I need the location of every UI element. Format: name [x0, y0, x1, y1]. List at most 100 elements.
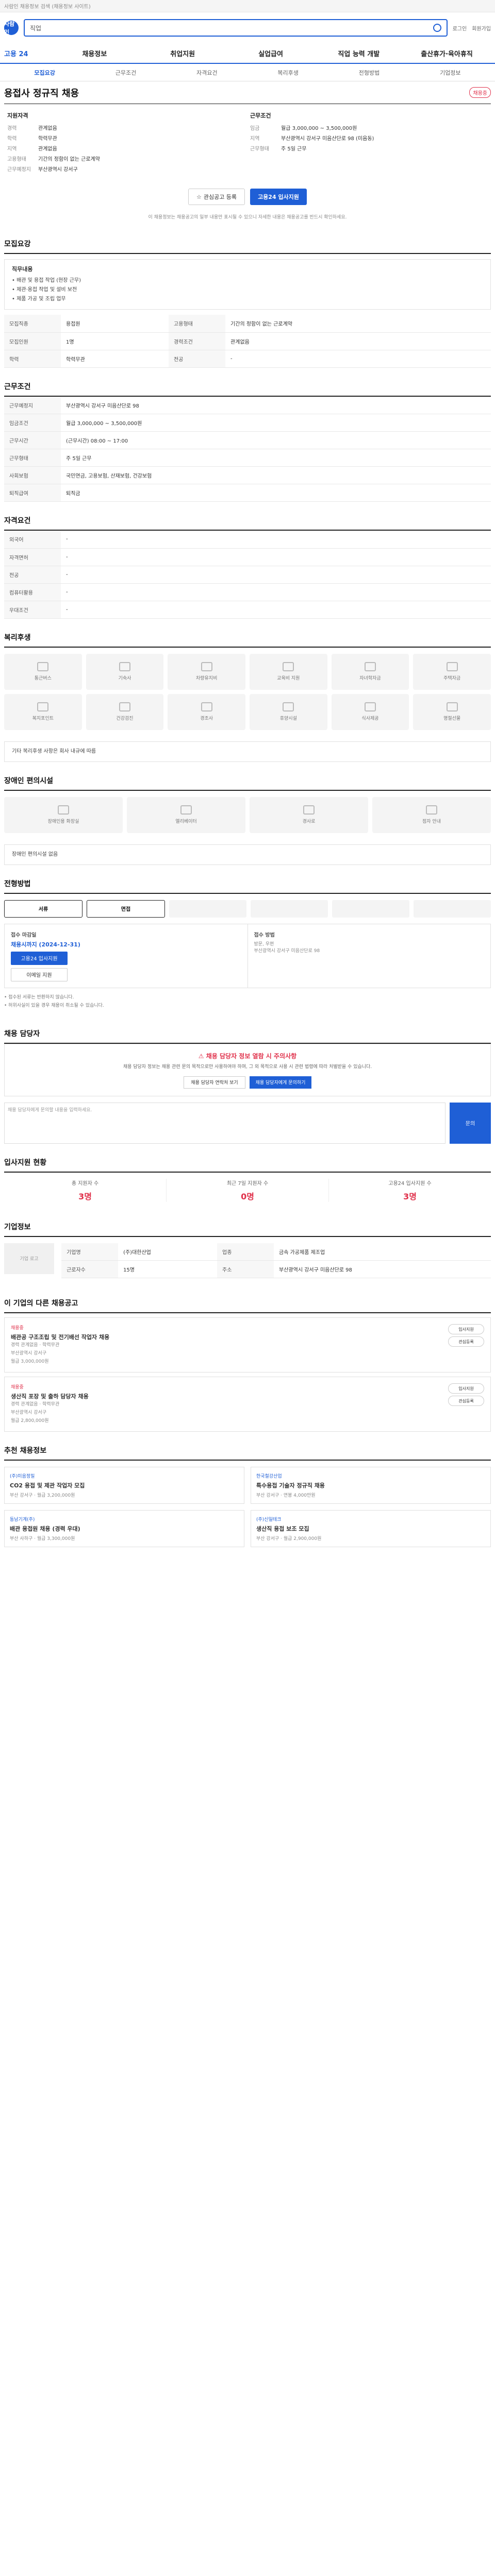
nav-item-leave[interactable]: 출산휴가·육아휴직: [403, 48, 491, 58]
job-title[interactable]: 생산직 용접 보조 모집: [256, 1524, 485, 1533]
logo[interactable]: 사람인: [4, 21, 19, 36]
foot-line: • 접수된 서류는 반환하지 않습니다.: [4, 994, 74, 1000]
car-icon: [201, 662, 212, 671]
job-scrap-button[interactable]: 관심등록: [448, 1336, 484, 1347]
table-row: 전공 -: [4, 566, 491, 584]
scrap-label: 관심공고 등록: [203, 194, 237, 200]
qa-warn-text: 채용 담당자 정보 열람 시 주의사항: [206, 1052, 297, 1060]
deadline-value: 채용시까지 (2024-12-31): [11, 941, 80, 948]
search-icon[interactable]: [433, 24, 441, 32]
summary-right: 근무조건 임금 월급 3,000,000 ~ 3,500,000원 지역 부산광역시…: [250, 111, 488, 175]
section-title: 모집요강: [4, 234, 491, 254]
summary-value: 부산광역시 강서구: [38, 167, 78, 173]
inquiry-button[interactable]: 채용 담당자에게 문의하기: [250, 1076, 311, 1089]
summary-key: 근무예정지: [7, 167, 31, 173]
job-meta: 부산광역시 강서구: [11, 1410, 47, 1415]
job-title[interactable]: 배관공 구조조립 및 전기배선 작업자 채용: [11, 1333, 109, 1341]
list-item[interactable]: 채용중 배관공 구조조립 및 전기배선 작업자 채용 경력 관계없음 · 학력무…: [4, 1317, 491, 1372]
job-title[interactable]: 특수용접 기술자 정규직 채용: [256, 1481, 485, 1489]
welfare-item: 건강검진: [86, 693, 164, 730]
section-welfare: 복리후생 통근버스 기숙사 차량유지비 교육비 지원 자녀학자금 주택자금 복지…: [4, 628, 491, 762]
topbar-text: 사람인 채용정보 검색 (채용정보 사이트): [4, 4, 91, 10]
table-value: 월급 3,000,000 ~ 3,500,000원: [61, 414, 491, 432]
welfare-label: 자녀학자금: [359, 676, 381, 681]
table-row: 근무예정지 부산광역시 강서구 미음산단로 98: [4, 396, 491, 414]
list-item[interactable]: 한국철강산업 특수용접 기술자 정규직 채용 부산 강서구 · 연봉 4,000만원: [251, 1467, 491, 1504]
process-step: [251, 900, 328, 918]
table-row: 컴퓨터활용 -: [4, 583, 491, 601]
welfare-label: 차량유지비: [195, 676, 218, 681]
table-key: 전공: [4, 566, 61, 584]
facility-label: 엘리베이터: [175, 819, 197, 824]
nav-item-jobs[interactable]: 채용정보: [51, 48, 139, 58]
summary-row: 근무예정지 부산광역시 강서구: [7, 165, 245, 175]
content: 용접사 정규직 채용 채용중 지원자격 경력 관계없음 학력 학력무관 지역 관계없음…: [0, 81, 495, 1558]
table-value: 용접원: [61, 315, 169, 333]
table-value: 부산광역시 강서구 미음산단로 98: [274, 1260, 491, 1278]
topbar: 사람인 채용정보 검색 (채용정보 사이트): [0, 0, 495, 12]
table-value: -: [61, 583, 491, 601]
action-row: ☆ 관심공고 등록 고용24 입사지원: [4, 182, 491, 211]
summary-value: 기간의 정함이 없는 근로계약: [38, 157, 100, 162]
qa-desc: 채용 담당자 정보는 채용 관련 문의 목적으로만 사용하여야 하며, 그 외 …: [123, 1064, 372, 1070]
signup-link[interactable]: 회원가입: [472, 24, 491, 32]
nav-brand[interactable]: 고용 24: [4, 48, 51, 58]
tab-welfare[interactable]: 복리후생: [248, 69, 328, 77]
job-title[interactable]: 배관 용접원 채용 (경력 우대): [10, 1524, 239, 1533]
tab-company[interactable]: 기업정보: [410, 69, 491, 77]
nav-item-training[interactable]: 직업 능력 개발: [315, 48, 403, 58]
nav-item-support[interactable]: 취업지원: [139, 48, 227, 58]
scrap-button[interactable]: ☆ 관심공고 등록: [188, 189, 245, 205]
duty-title: 직무내용: [12, 266, 33, 273]
job-apply-button[interactable]: 입사지원: [448, 1324, 484, 1334]
process-step: [169, 900, 246, 918]
condition-table: 근무예정지 부산광역시 강서구 미음산단로 98 임금조건 월급 3,000,000…: [4, 396, 491, 502]
list-item[interactable]: 동남기계(주) 배관 용접원 채용 (경력 우대) 부산 사하구 · 월급 3,30…: [4, 1510, 244, 1547]
inquiry-textarea[interactable]: 채용 담당자에게 문의할 내용을 입력하세요.: [4, 1102, 446, 1144]
inquiry-submit-button[interactable]: 문의: [450, 1102, 491, 1144]
method-line: 방문, 우편: [254, 941, 274, 947]
facility-label: 점자 안내: [422, 819, 441, 824]
apply-button[interactable]: 고용24 입사지원: [250, 189, 307, 205]
tab-recruit[interactable]: 모집요강: [4, 69, 85, 77]
company-name: (주)미음정밀: [10, 1474, 35, 1479]
page: 사람인 채용정보 검색 (채용정보 사이트) 사람인 직업 로그인 회원가입 고…: [0, 0, 495, 1558]
job-apply-button[interactable]: 입사지원: [448, 1383, 484, 1394]
search-input[interactable]: 직업: [24, 19, 448, 37]
foot-line: • 허위사실이 있을 경우 채용이 취소될 수 있습니다.: [4, 1003, 104, 1008]
section-process: 전형방법 서류 면접 접수 마감일 채용시까지 (2024-12-31) 고용2…: [4, 874, 491, 1015]
list-item[interactable]: 채용중 생산직 포장 및 출하 담당자 채용 경력 관계없음 · 학력무관 부산…: [4, 1377, 491, 1432]
tab-condition[interactable]: 근무조건: [85, 69, 166, 77]
summary-value: 관계없음: [38, 126, 57, 131]
job-title[interactable]: CO2 용접 및 제관 작업자 모집: [10, 1481, 239, 1489]
summary-key: 고용형태: [7, 157, 26, 162]
table-row: 우대조건 -: [4, 601, 491, 619]
online-apply-button[interactable]: 고용24 입사지원: [11, 951, 68, 965]
welfare-item: 주택자금: [413, 653, 491, 690]
view-contact-button[interactable]: 채용 담당자 연락처 보기: [184, 1076, 245, 1089]
similar-grid: (주)미음정밀 CO2 용접 및 제관 작업자 모집 부산 강서구 · 월급 3,2…: [4, 1461, 491, 1553]
nav-item-benefit[interactable]: 실업급여: [227, 48, 315, 58]
table-value: (주)대한산업: [118, 1243, 218, 1261]
list-item[interactable]: (주)신일테크 생산직 용접 보조 모집 부산 강서구 · 월급 2,900,000…: [251, 1510, 491, 1547]
section-title: 장애인 편의시설: [4, 771, 491, 791]
job-tag: 채용중: [11, 1385, 24, 1390]
qa-warn: ⚠ 채용 담당자 정보 열람 시 주의사항: [12, 1052, 483, 1060]
welfare-note: 기타 복리후생 사항은 회사 내규에 따름: [12, 748, 96, 754]
tab-qualify[interactable]: 자격요건: [167, 69, 248, 77]
job-title[interactable]: 생산직 포장 및 출하 담당자 채용: [11, 1392, 89, 1400]
login-link[interactable]: 로그인: [453, 24, 467, 32]
job-card-body: 채용중 생산직 포장 및 출하 담당자 채용 경력 관계없음 · 학력무관 부산…: [11, 1383, 89, 1425]
list-item[interactable]: (주)미음정밀 CO2 용접 및 제관 작업자 모집 부산 강서구 · 월급 3,2…: [4, 1467, 244, 1504]
facility-item: 경사로: [250, 796, 368, 833]
email-apply-button[interactable]: 이메일 지원: [11, 968, 68, 981]
job-meta: 부산 강서구 · 월급 2,900,000원: [256, 1536, 322, 1541]
tab-process[interactable]: 전형방법: [328, 69, 409, 77]
job-meta: 경력 관계없음 · 학력무관: [11, 1343, 60, 1348]
table-value: 퇴직금: [61, 484, 491, 502]
stat-label: 고용24 입사지원 수: [388, 1180, 432, 1187]
job-meta: 월급 2,800,000원: [11, 1418, 49, 1423]
header: 사람인 직업 로그인 회원가입: [0, 12, 495, 43]
table-value: 금속 가공제품 제조업: [274, 1243, 491, 1261]
job-scrap-button[interactable]: 관심등록: [448, 1396, 484, 1406]
